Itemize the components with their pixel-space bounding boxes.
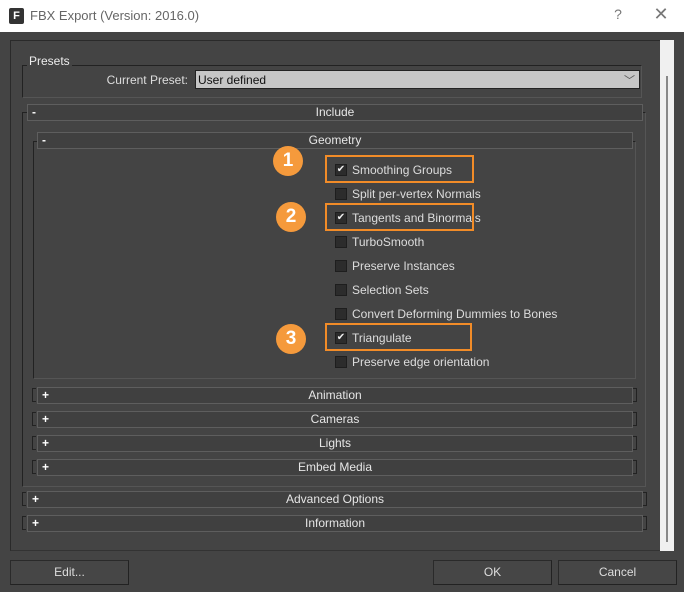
rollout-bracket	[22, 492, 26, 506]
rollout-label: Cameras	[310, 412, 360, 426]
geometry-label: Geometry	[308, 133, 362, 147]
rollout-header-advanced-options[interactable]: + Advanced Options	[27, 491, 643, 508]
collapse-icon: -	[32, 105, 36, 119]
geometry-option[interactable]: Preserve Instances	[335, 259, 635, 273]
option-label: TurboSmooth	[352, 235, 425, 249]
rollout-bracket	[32, 436, 36, 450]
rollout-label: Advanced Options	[285, 492, 385, 506]
current-preset-label: Current Preset:	[106, 73, 188, 87]
window-title: FBX Export (Version: 2016.0)	[30, 8, 200, 23]
option-label: Preserve edge orientation	[352, 355, 490, 369]
collapse-icon: -	[42, 133, 46, 147]
option-label: Split per-vertex Normals	[352, 187, 481, 201]
geometry-option[interactable]: Selection Sets	[335, 283, 635, 297]
geometry-option[interactable]: TurboSmooth	[335, 235, 635, 249]
option-label: Selection Sets	[352, 283, 429, 297]
checkbox[interactable]	[335, 188, 347, 200]
scrollbar-thumb[interactable]	[666, 76, 668, 542]
rollout-bracket	[633, 460, 637, 474]
highlight-box	[325, 155, 474, 183]
help-button[interactable]: ?	[606, 6, 630, 26]
expand-icon: +	[32, 492, 40, 506]
rollout-bracket	[32, 460, 36, 474]
rollout-bracket	[22, 516, 26, 530]
geometry-rollout-header[interactable]: - Geometry	[37, 132, 633, 149]
rollout-bracket	[633, 436, 637, 450]
expand-icon: +	[42, 436, 50, 450]
geometry-option[interactable]: Convert Deforming Dummies to Bones	[335, 307, 635, 321]
step-badge-1: 1	[273, 146, 303, 176]
rollout-bracket	[32, 412, 36, 426]
current-preset-dropdown[interactable]: User defined ﹀	[195, 70, 640, 89]
presets-group-label: Presets	[27, 54, 72, 68]
expand-icon: +	[32, 516, 40, 530]
current-preset-value: User defined	[198, 73, 267, 87]
rollout-bracket	[643, 516, 647, 530]
checkbox[interactable]	[335, 308, 347, 320]
option-label: Convert Deforming Dummies to Bones	[352, 307, 558, 321]
rollout-header-lights[interactable]: + Lights	[37, 435, 633, 452]
rollout-bracket	[643, 492, 647, 506]
rollout-label: Embed Media	[297, 460, 373, 474]
chevron-down-icon: ﹀	[624, 75, 635, 87]
checkbox[interactable]	[335, 284, 347, 296]
checkbox[interactable]	[335, 356, 347, 368]
highlight-box	[325, 323, 472, 351]
option-label: Preserve Instances	[352, 259, 455, 273]
include-rollout-header[interactable]: - Include	[27, 104, 643, 121]
rollout-bracket	[32, 388, 36, 402]
title-bar: F FBX Export (Version: 2016.0) ? ✕	[0, 0, 684, 32]
step-badge-2: 2	[276, 202, 306, 232]
rollout-label: Lights	[318, 436, 352, 450]
close-button[interactable]: ✕	[648, 4, 674, 26]
rollout-header-information[interactable]: + Information	[27, 515, 643, 532]
checkbox[interactable]	[335, 260, 347, 272]
edit-button[interactable]: Edit...	[10, 560, 129, 585]
step-badge-3: 3	[276, 324, 306, 354]
geometry-option[interactable]: Preserve edge orientation	[335, 355, 635, 369]
geometry-option[interactable]: Split per-vertex Normals	[335, 187, 635, 201]
expand-icon: +	[42, 412, 50, 426]
rollout-header-embed-media[interactable]: + Embed Media	[37, 459, 633, 476]
rollout-label: Information	[304, 516, 366, 530]
expand-icon: +	[42, 460, 50, 474]
include-label: Include	[315, 105, 355, 119]
cancel-button[interactable]: Cancel	[558, 560, 677, 585]
rollout-header-cameras[interactable]: + Cameras	[37, 411, 633, 428]
ok-button[interactable]: OK	[433, 560, 552, 585]
fbx-app-icon: F	[9, 8, 24, 24]
rollout-bracket	[633, 412, 637, 426]
rollout-bracket	[633, 388, 637, 402]
expand-icon: +	[42, 388, 50, 402]
highlight-box	[325, 203, 474, 231]
rollout-header-animation[interactable]: + Animation	[37, 387, 633, 404]
checkbox[interactable]	[335, 236, 347, 248]
rollout-label: Animation	[308, 388, 362, 402]
